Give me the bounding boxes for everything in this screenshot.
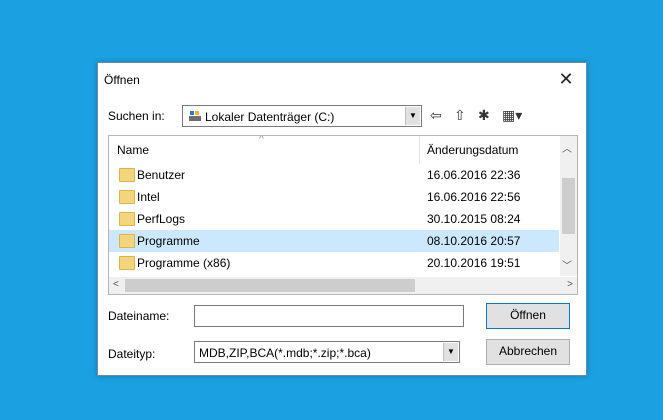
dialog-title: Öffnen: [104, 73, 140, 87]
drive-icon: [189, 111, 201, 121]
column-divider[interactable]: [419, 136, 420, 164]
list-item[interactable]: PerfLogs 30.10.2015 08:24: [109, 208, 559, 230]
file-date: 16.06.2016 22:56: [427, 190, 521, 204]
folder-icon: [119, 234, 135, 248]
file-name: Intel: [137, 190, 160, 204]
file-date: 08.10.2016 20:57: [427, 234, 521, 248]
filetype-label: Dateityp:: [108, 347, 156, 361]
filename-label: Dateiname:: [108, 309, 170, 323]
list-item[interactable]: Intel 16.06.2016 22:56: [109, 186, 559, 208]
file-name: Benutzer: [137, 168, 186, 182]
folder-icon: [119, 190, 135, 204]
scroll-right-icon[interactable]: >: [567, 279, 573, 290]
vertical-scrollbar[interactable]: ︿ ﹀: [560, 136, 577, 276]
file-date: 30.10.2015 08:24: [427, 212, 521, 226]
file-name: PerfLogs: [137, 212, 186, 226]
look-in-value: Lokaler Datenträger (C:): [205, 110, 335, 124]
filetype-dropdown[interactable]: MDB,ZIP,BCA(*.mdb;*.zip;*.bca) ▼: [194, 341, 460, 363]
vertical-scroll-thumb[interactable]: [562, 178, 575, 234]
column-name-header[interactable]: Name: [117, 143, 149, 157]
folder-icon: [119, 168, 135, 182]
scroll-up-icon[interactable]: ︿: [562, 140, 572, 155]
list-item[interactable]: Benutzer 16.06.2016 22:36: [109, 164, 559, 186]
list-item-selected[interactable]: Programme 08.10.2016 20:57: [109, 230, 559, 252]
view-menu-icon[interactable]: ▦▾: [502, 107, 522, 124]
horizontal-scroll-thumb[interactable]: [125, 279, 415, 292]
folder-up-icon[interactable]: ⇧: [454, 107, 466, 124]
cancel-button[interactable]: Abbrechen: [486, 339, 570, 365]
back-icon[interactable]: ⇦: [430, 107, 442, 124]
look-in-label: Suchen in:: [108, 109, 165, 123]
filename-input[interactable]: [194, 305, 464, 327]
open-button[interactable]: Öffnen: [486, 303, 570, 329]
chevron-down-icon[interactable]: ▼: [443, 343, 458, 361]
folder-icon: [119, 256, 135, 270]
folder-icon: [119, 212, 135, 226]
sort-indicator-icon: ^: [259, 135, 264, 145]
chevron-down-icon[interactable]: ▼: [405, 107, 420, 125]
new-folder-icon[interactable]: ✱: [478, 107, 490, 124]
open-file-dialog: Öffnen ✕ Suchen in: Lokaler Datenträger …: [97, 62, 587, 376]
file-name: Programme: [137, 234, 200, 248]
look-in-dropdown[interactable]: Lokaler Datenträger (C:) ▼: [182, 105, 422, 127]
filetype-value: MDB,ZIP,BCA(*.mdb;*.zip;*.bca): [199, 346, 371, 360]
list-header: ^ Name Änderungsdatum: [109, 136, 559, 164]
file-name: Programme (x86): [137, 256, 231, 270]
column-date-header[interactable]: Änderungsdatum: [427, 143, 518, 157]
file-list: ^ Name Änderungsdatum Benutzer 16.06.201…: [108, 135, 578, 295]
file-date: 20.10.2016 19:51: [427, 256, 521, 270]
close-icon[interactable]: ✕: [552, 66, 580, 92]
file-date: 16.06.2016 22:36: [427, 168, 521, 182]
scroll-left-icon[interactable]: <: [113, 279, 119, 290]
list-item[interactable]: Programme (x86) 20.10.2016 19:51: [109, 252, 559, 274]
horizontal-scrollbar[interactable]: < >: [109, 277, 577, 294]
scroll-down-icon[interactable]: ﹀: [562, 257, 572, 272]
